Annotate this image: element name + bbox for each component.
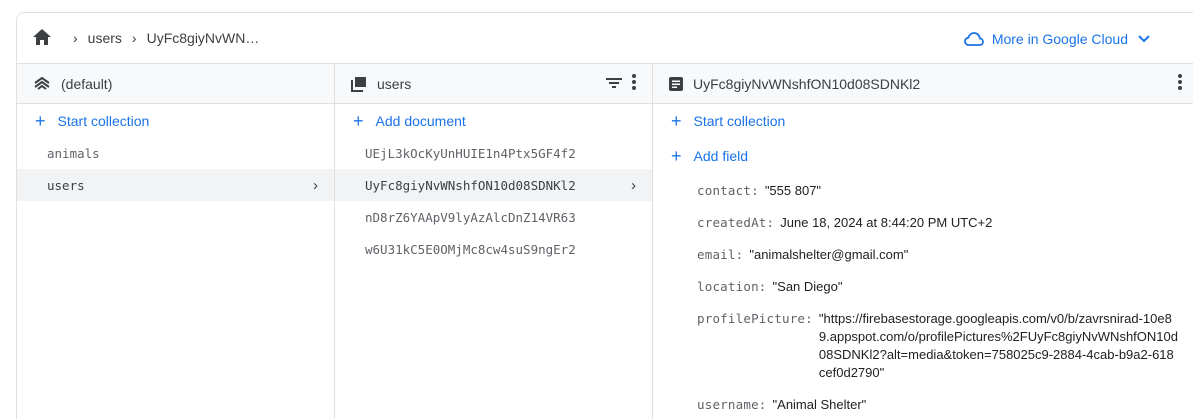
document-item[interactable]: nD8rZ6YAApV9lyAzAlcDnZ14VR63 xyxy=(335,201,652,233)
database-column: (default) + Start collection animals use… xyxy=(17,64,335,419)
document-item-label: UyFc8giyNvWNshfON10d08SDNKl2 xyxy=(365,177,576,193)
plus-icon: + xyxy=(671,145,682,166)
document-column: UyFc8giyNvWNshfON10d08SDNKl2 + Start col… xyxy=(653,64,1193,419)
field-key: profilePicture: xyxy=(697,311,813,326)
collection-item-label: animals xyxy=(47,145,100,161)
field-row-createdat[interactable]: createdAt: June 18, 2024 at 8:44:20 PM U… xyxy=(697,214,1193,232)
cloud-icon xyxy=(963,32,984,46)
field-row-location[interactable]: location: "San Diego" xyxy=(697,278,1193,296)
breadcrumb-item-document[interactable]: UyFc8giyNvWN… xyxy=(147,30,260,46)
field-value: "animalshelter@gmail.com" xyxy=(749,247,909,262)
field-key: createdAt: xyxy=(697,215,775,230)
field-list: contact: "555 807" createdAt: June 18, 2… xyxy=(653,182,1193,414)
filter-icon[interactable] xyxy=(606,76,622,92)
home-icon[interactable] xyxy=(33,29,51,47)
add-document-button[interactable]: + Add document xyxy=(335,104,652,137)
field-row-contact[interactable]: contact: "555 807" xyxy=(697,182,1193,200)
add-document-label: Add document xyxy=(375,112,466,129)
chevron-right-icon: › xyxy=(131,30,137,46)
plus-icon: + xyxy=(35,110,46,131)
document-icon xyxy=(669,76,683,91)
document-item-label: UEjL3kOcKyUnHUIE1n4Ptx5GF4f2 xyxy=(365,145,576,161)
field-key: username: xyxy=(697,397,767,412)
chevron-down-icon xyxy=(1138,35,1150,43)
breadcrumb-item-users[interactable]: users xyxy=(88,30,122,46)
start-collection-label: Start collection xyxy=(693,112,786,129)
add-field-button[interactable]: + Add field xyxy=(653,139,1193,172)
database-icon xyxy=(33,76,51,92)
collection-item-label: users xyxy=(47,177,85,193)
field-value: "Animal Shelter" xyxy=(772,397,867,412)
field-value: June 18, 2024 at 8:44:20 PM UTC+2 xyxy=(780,215,993,230)
chevron-right-icon: › xyxy=(631,176,636,194)
field-key: location: xyxy=(697,279,767,294)
more-vert-icon[interactable] xyxy=(632,74,636,93)
document-title: UyFc8giyNvWNshfON10d08SDNKl2 xyxy=(693,75,921,92)
firestore-data-panel: › users › UyFc8giyNvWN… More in Google C… xyxy=(16,12,1193,419)
field-value: "San Diego" xyxy=(772,279,843,294)
field-value: "https://firebasestorage.googleapis.com/… xyxy=(818,311,1178,380)
collection-column-header: users xyxy=(335,64,652,104)
field-row-profilepicture[interactable]: profilePicture: "https://firebasestorage… xyxy=(697,310,1193,382)
breadcrumb-bar: › users › UyFc8giyNvWN… More in Google C… xyxy=(17,13,1193,64)
document-item[interactable]: w6U31kC5E0OMjMc8cw4suS9ngEr2 xyxy=(335,233,652,265)
collection-item-animals[interactable]: animals xyxy=(17,137,334,169)
database-column-header: (default) xyxy=(17,64,334,104)
document-column-header: UyFc8giyNvWNshfON10d08SDNKl2 xyxy=(653,64,1193,104)
add-field-label: Add field xyxy=(693,147,748,164)
more-in-google-cloud-button[interactable]: More in Google Cloud xyxy=(963,31,1158,47)
document-item-selected[interactable]: UyFc8giyNvWNshfON10d08SDNKl2 › xyxy=(335,169,652,201)
start-collection-label: Start collection xyxy=(57,112,150,129)
document-item-label: w6U31kC5E0OMjMc8cw4suS9ngEr2 xyxy=(365,241,576,257)
field-key: email: xyxy=(697,247,744,262)
start-collection-button[interactable]: + Start collection xyxy=(17,104,334,137)
chevron-right-icon: › xyxy=(313,176,318,194)
document-item-label: nD8rZ6YAApV9lyAzAlcDnZ14VR63 xyxy=(365,209,576,225)
collection-icon xyxy=(351,76,367,92)
field-row-email[interactable]: email: "animalshelter@gmail.com" xyxy=(697,246,1193,264)
document-item[interactable]: UEjL3kOcKyUnHUIE1n4Ptx5GF4f2 xyxy=(335,137,652,169)
plus-icon: + xyxy=(671,110,682,131)
collection-title: users xyxy=(377,75,412,92)
start-subcollection-button[interactable]: + Start collection xyxy=(653,104,1193,137)
collection-column: users + Add document UEjL3kOcKyUnHUIE1n4… xyxy=(335,64,653,419)
field-row-username[interactable]: username: "Animal Shelter" xyxy=(697,396,1193,414)
collection-item-users[interactable]: users › xyxy=(17,169,334,201)
field-value: "555 807" xyxy=(764,183,822,198)
chevron-right-icon: › xyxy=(73,30,78,46)
plus-icon: + xyxy=(353,110,364,131)
field-key: contact: xyxy=(697,183,759,198)
more-vert-icon[interactable] xyxy=(1178,74,1182,93)
database-title: (default) xyxy=(61,75,113,92)
more-in-google-cloud-label: More in Google Cloud xyxy=(991,31,1128,47)
